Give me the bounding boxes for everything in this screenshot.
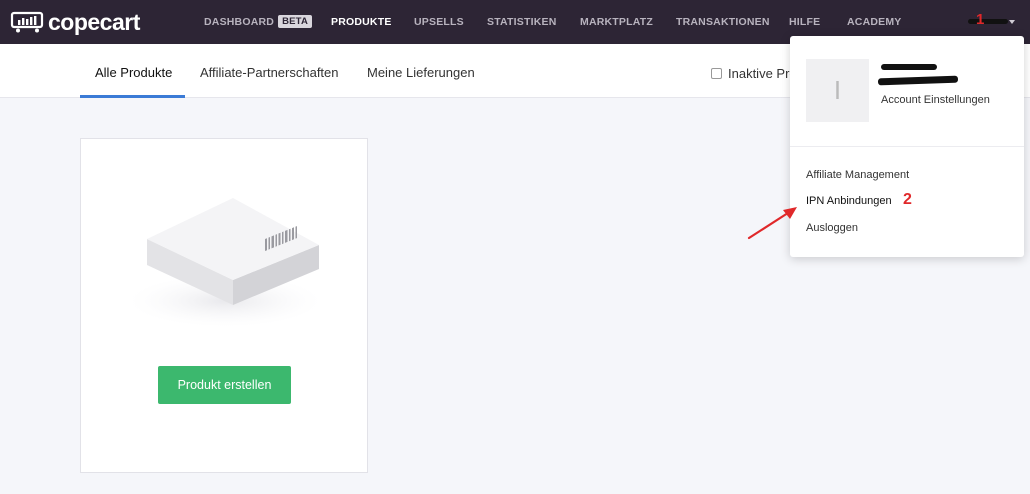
inactive-products-filter[interactable]: Inaktive Pro [711,66,797,81]
tab-affiliate-partnerschaften[interactable]: Affiliate-Partnerschaften [200,44,339,98]
tab-alle-produkte[interactable]: Alle Produkte [95,44,172,98]
create-product-card: Produkt erstellen [80,138,368,473]
nav-marktplatz[interactable]: MARKTPLATZ [580,0,653,44]
inactive-products-checkbox[interactable] [711,68,722,79]
nav-transaktionen[interactable]: TRANSAKTIONEN [676,0,770,44]
nav-produkte[interactable]: PRODUKTE [331,0,392,44]
dropdown-divider [790,146,1024,147]
beta-badge: BETA [278,15,313,28]
create-product-button[interactable]: Produkt erstellen [158,366,291,404]
active-tab-indicator [80,95,185,98]
menu-item-ausloggen[interactable]: Ausloggen [806,222,858,234]
redacted-name [881,64,937,70]
chevron-down-icon [1009,20,1015,24]
user-dropdown-menu: I Account Einstellungen Affiliate Manage… [790,36,1024,257]
copecart-logo[interactable]: copecart [10,9,140,35]
product-box-illustration [129,198,321,327]
nav-statistiken[interactable]: STATISTIKEN [487,0,556,44]
nav-dashboard-label: DASHBOARD [204,16,275,28]
redacted-username [968,19,1008,24]
redacted-email [877,75,959,86]
nav-dashboard[interactable]: DASHBOARD BETA [204,0,313,44]
logo-text: copecart [48,9,140,35]
annotation-arrow-icon [747,207,797,240]
user-menu-toggle[interactable] [966,14,1016,30]
menu-item-affiliate-management[interactable]: Affiliate Management [806,169,909,181]
cart-logo-icon [10,11,44,33]
annotation-marker-1: 1 [976,11,985,28]
tab-meine-lieferungen[interactable]: Meine Lieferungen [367,44,475,98]
avatar: I [806,59,869,122]
inactive-products-label: Inaktive Pro [728,66,797,81]
annotation-marker-2: 2 [903,191,912,208]
menu-item-ipn-anbindungen[interactable]: IPN Anbindungen [806,195,892,207]
account-settings-link[interactable]: Account Einstellungen [881,94,990,106]
avatar-initial: I [833,75,842,105]
nav-upsells[interactable]: UPSELLS [414,0,464,44]
